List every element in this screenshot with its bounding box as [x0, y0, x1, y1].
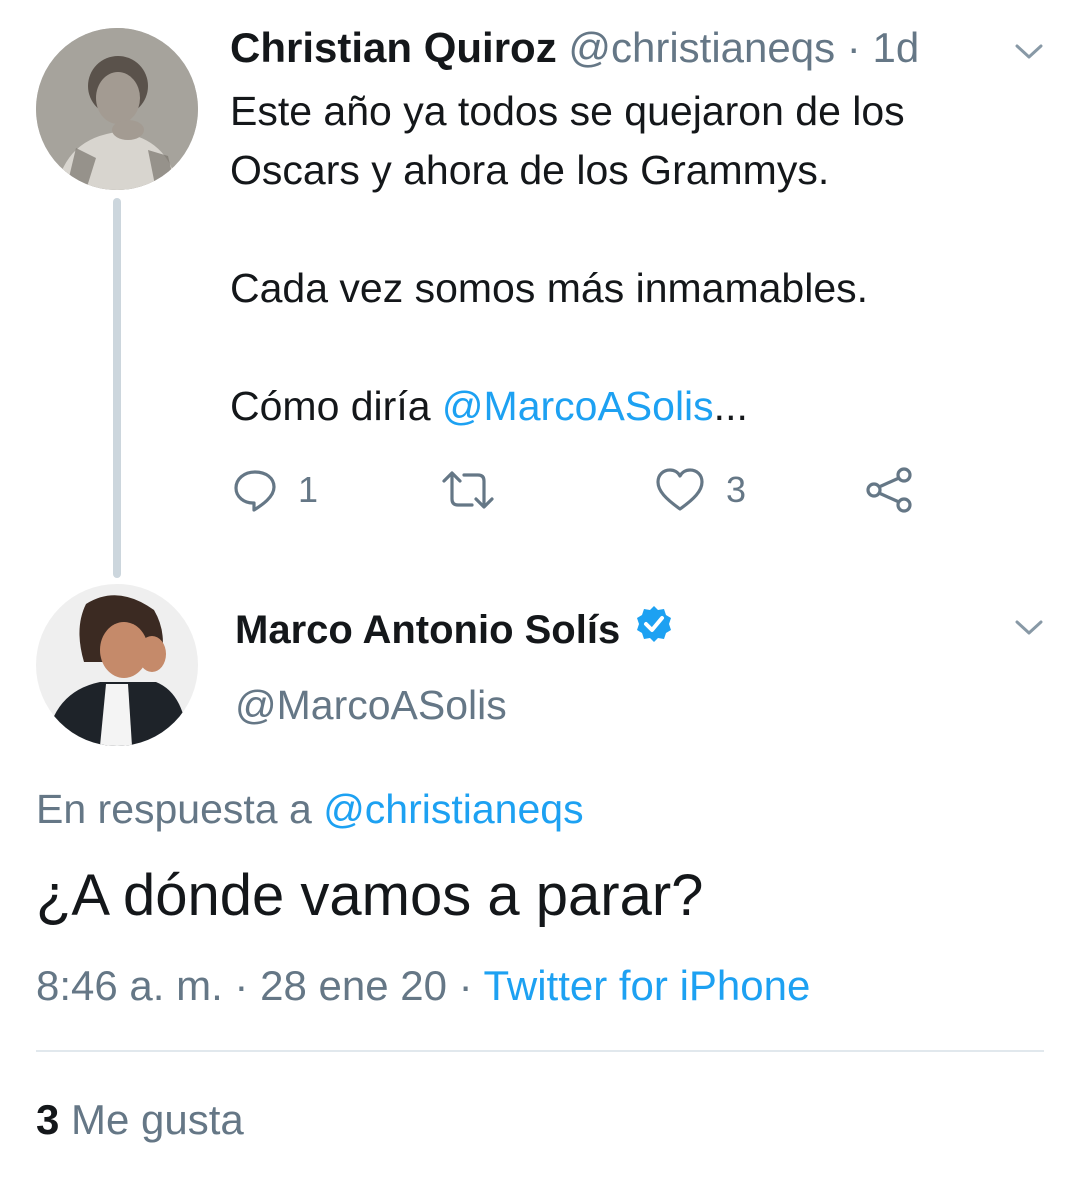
- verified-badge-icon: [634, 604, 674, 656]
- replying-to-label: En respuesta a: [36, 786, 324, 832]
- parent-tweet-text: Este año ya todos se quejaron de los Osc…: [230, 82, 1010, 436]
- heart-icon: [656, 468, 704, 511]
- thread-connector-line: [113, 198, 121, 578]
- share-action[interactable]: [864, 462, 914, 518]
- reply-author-name-row: Marco Antonio Solís: [235, 604, 674, 656]
- chevron-down-icon[interactable]: [1014, 618, 1044, 638]
- parent-author-name[interactable]: Christian Quiroz: [230, 24, 557, 71]
- tweet-text-paragraph: Cómo diría @MarcoASolis...: [230, 377, 1010, 436]
- tweet-date: 28 ene 20: [260, 962, 447, 1009]
- meta-separator: ·: [222, 962, 261, 1009]
- tweet-text-suffix: ...: [713, 383, 748, 429]
- tweet-metadata: 8:46 a. m. · 28 ene 20 · Twitter for iPh…: [36, 960, 810, 1012]
- tweet-time: 8:46 a. m.: [36, 962, 223, 1009]
- parent-tweet-time[interactable]: 1d: [872, 24, 919, 71]
- retweet-icon: [442, 471, 494, 509]
- parent-author-avatar[interactable]: [36, 28, 198, 190]
- tweet-text-prefix: Cómo diría: [230, 383, 442, 429]
- retweet-action[interactable]: [440, 462, 516, 518]
- divider: [36, 1050, 1044, 1052]
- reply-count: 1: [298, 469, 319, 510]
- reply-author-handle[interactable]: @MarcoASolis: [235, 680, 507, 730]
- reply-tweet-text: ¿A dónde vamos a parar?: [36, 863, 704, 928]
- likes-label: Me gusta: [71, 1096, 244, 1143]
- likes-summary[interactable]: 3 Me gusta: [36, 1094, 244, 1146]
- reply-author-avatar[interactable]: [36, 584, 198, 746]
- parent-author-handle[interactable]: @christianeqs: [568, 24, 835, 71]
- chevron-down-icon[interactable]: [1014, 42, 1044, 62]
- tweet-source-link[interactable]: Twitter for iPhone: [484, 962, 811, 1009]
- reply-icon: [234, 470, 276, 512]
- reply-author-name[interactable]: Marco Antonio Solís: [235, 605, 620, 655]
- like-action[interactable]: 3: [654, 462, 746, 518]
- parent-tweet-header: Christian Quiroz @christianeqs · 1d: [230, 24, 919, 72]
- meta-separator: ·: [446, 962, 484, 1009]
- replying-to-handle-link[interactable]: @christianeqs: [323, 786, 583, 832]
- header-separator: ·: [846, 24, 861, 71]
- reply-action[interactable]: 1: [232, 462, 318, 518]
- like-count: 3: [726, 469, 747, 510]
- share-icon: [866, 467, 912, 513]
- tweet-text-paragraph: Cada vez somos más inmamables.: [230, 265, 869, 311]
- likes-count: 3: [36, 1096, 60, 1143]
- tweet-text-paragraph: Este año ya todos se quejaron de los Osc…: [230, 88, 905, 193]
- replying-to-line: En respuesta a @christianeqs: [36, 784, 584, 834]
- mention-link[interactable]: @MarcoASolis: [442, 383, 714, 429]
